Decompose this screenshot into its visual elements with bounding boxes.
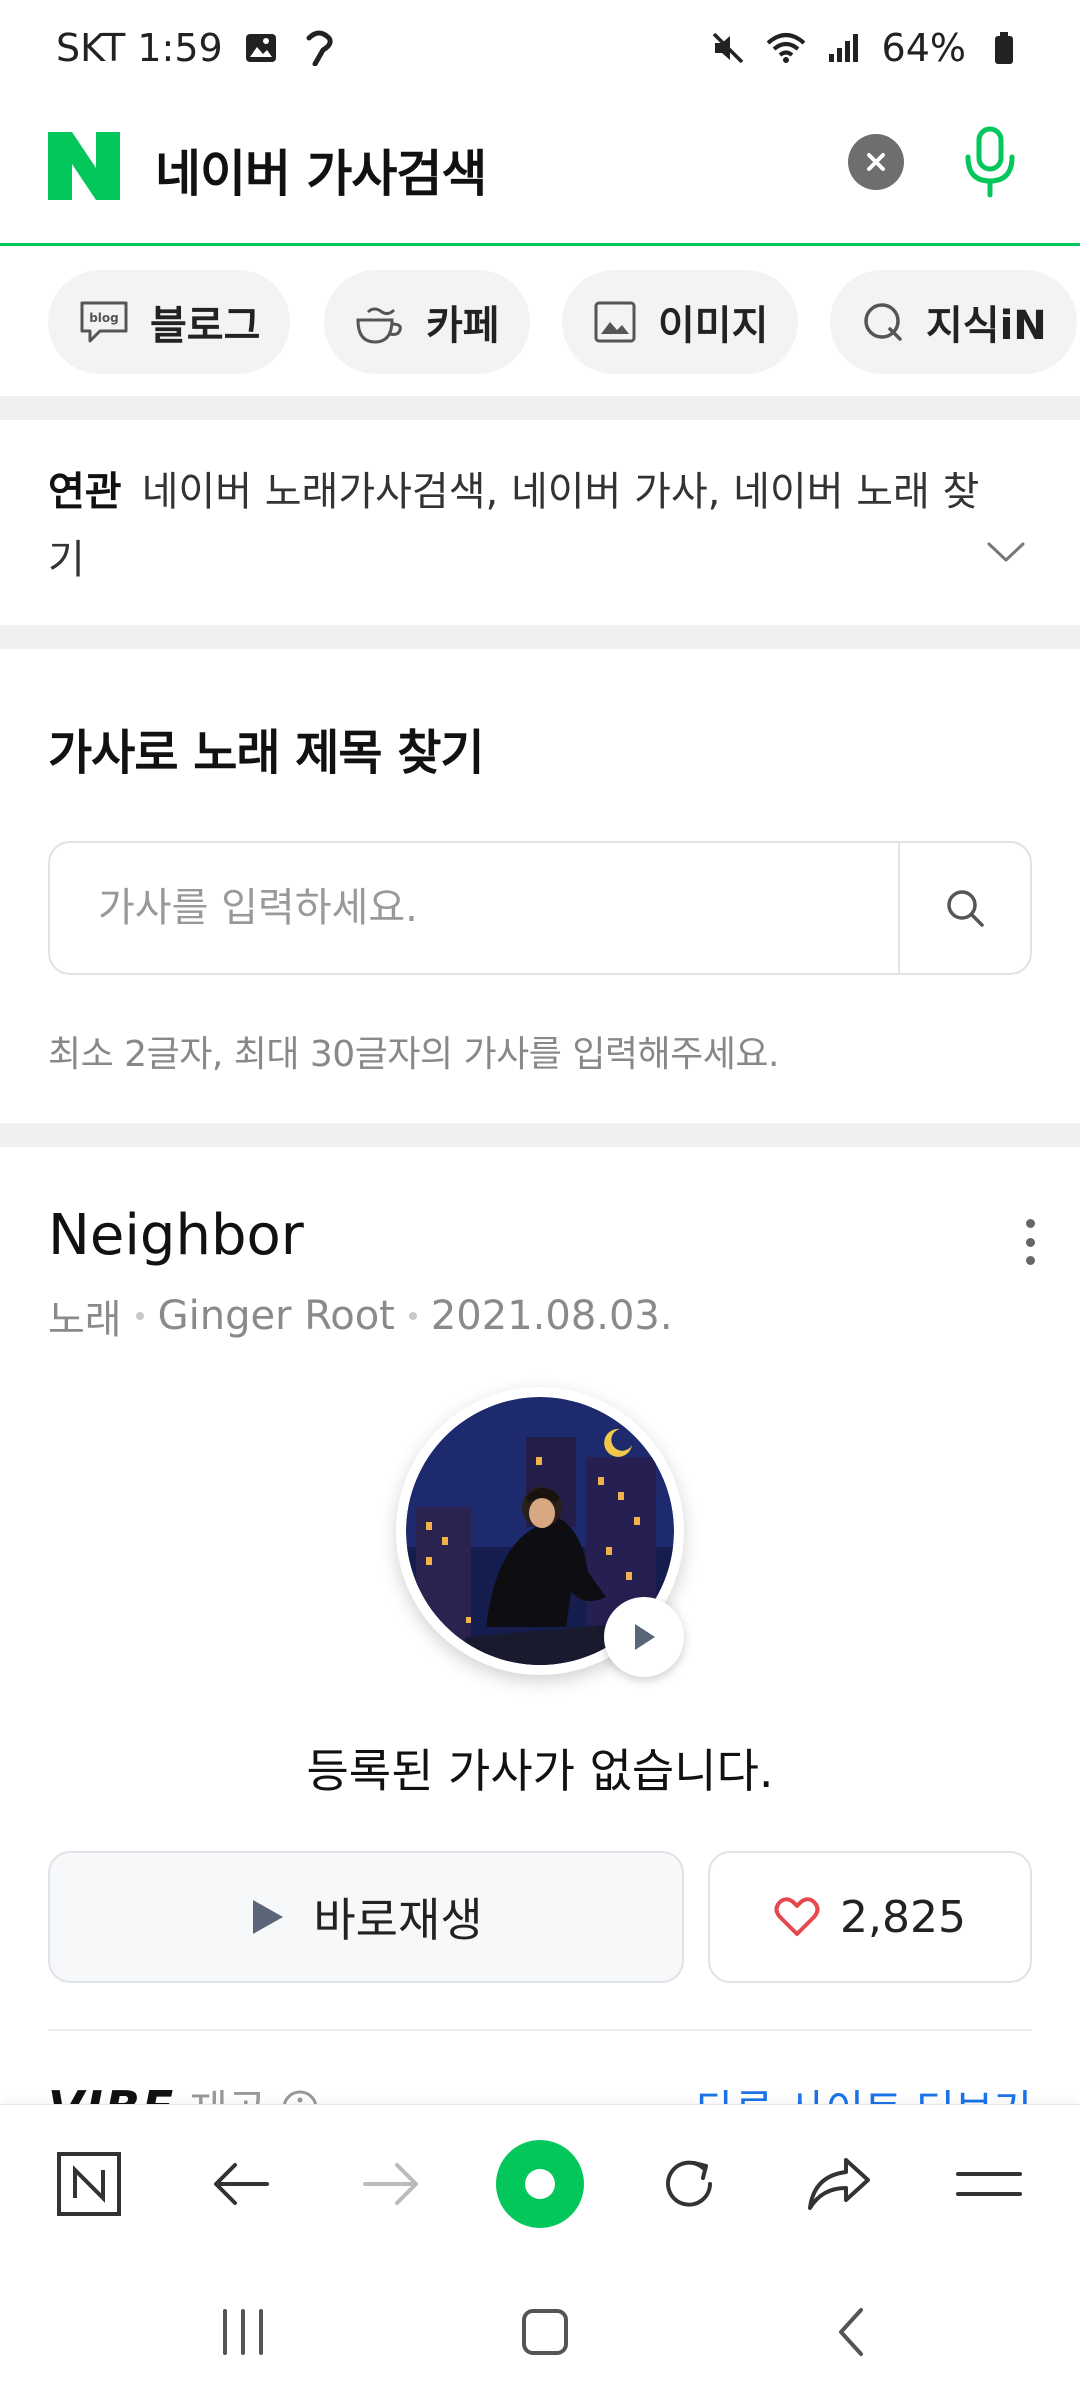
- svg-text:blog: blog: [89, 311, 119, 325]
- more-dot-icon: [1025, 1219, 1035, 1228]
- like-button[interactable]: 2,825: [708, 1851, 1032, 1983]
- lyrics-search-button[interactable]: [898, 843, 1030, 973]
- naver-home-button[interactable]: [44, 2139, 134, 2229]
- home-button[interactable]: [500, 2292, 590, 2372]
- related-label: 연관: [48, 469, 122, 515]
- status-bar: SKT 1:59 64%: [0, 0, 1080, 96]
- related-keywords[interactable]: 네이버 노래가사검색, 네이버 가사, 네이버 노래 찾기: [48, 469, 979, 583]
- battery-icon: [984, 28, 1024, 68]
- album-play-button[interactable]: [604, 1597, 684, 1677]
- more-dot-icon: [1025, 1256, 1035, 1265]
- no-lyrics-message: 등록된 가사가 없습니다.: [306, 1744, 774, 1798]
- separator-dot: [408, 1312, 417, 1320]
- green-dot-button[interactable]: [494, 2138, 586, 2230]
- chevron-left-icon: [839, 2308, 863, 2356]
- song-type: 노래: [48, 1297, 122, 1343]
- refresh-icon: [666, 2160, 712, 2207]
- related-text-block: 연관 네이버 노래가사검색, 네이버 가사, 네이버 노래 찾기: [48, 458, 1008, 594]
- green-dot-icon: [496, 2140, 584, 2228]
- system-navigation-bar: [0, 2262, 1080, 2400]
- mute-icon: [708, 28, 748, 68]
- status-right: 64%: [708, 26, 1024, 70]
- naver-logo-icon[interactable]: [48, 132, 120, 200]
- naver-n-icon: [57, 2152, 121, 2216]
- search-tabs: blog 블로그 카페 이미지 지식iN: [0, 246, 1080, 396]
- play-now-button[interactable]: 바로재생: [48, 1851, 684, 1983]
- tab-cafe-label: 카페: [426, 303, 500, 349]
- heart-icon: [774, 1897, 820, 1936]
- share-arrow-icon: [808, 2158, 870, 2210]
- search-icon: [947, 890, 984, 927]
- image-icon: [594, 301, 636, 343]
- carrier-time: SKT 1:59: [56, 26, 223, 70]
- section-separator: [0, 396, 1080, 420]
- lyrics-search-section: 가사로 노래 제목 찾기 최소 2글자, 최대 30글자의 가사를 입력해주세요…: [0, 649, 1080, 1123]
- like-count: 2,825: [840, 1891, 966, 1943]
- share-button[interactable]: [794, 2139, 884, 2229]
- system-back-button[interactable]: [806, 2292, 896, 2372]
- song-meta: 노래 Ginger Root 2021.08.03.: [48, 1287, 673, 1345]
- more-options-button[interactable]: [1010, 1207, 1050, 1277]
- tab-kin-label: 지식iN: [926, 303, 1047, 349]
- tab-cafe[interactable]: 카페: [324, 270, 530, 374]
- song-card: Neighbor 노래 Ginger Root 2021.08.03. 등록된 …: [0, 1147, 1080, 2135]
- arrow-right-icon: [363, 2163, 418, 2205]
- lyrics-hint: 최소 2글자, 최대 30글자의 가사를 입력해주세요.: [48, 1034, 779, 1075]
- related-searches[interactable]: 연관 네이버 노래가사검색, 네이버 가사, 네이버 노래 찾기: [0, 420, 1080, 625]
- lyrics-search-title: 가사로 노래 제목 찾기: [48, 725, 485, 781]
- refresh-button[interactable]: [644, 2139, 734, 2229]
- kin-q-icon: [864, 303, 902, 341]
- lyrics-search-box: [48, 841, 1032, 975]
- tab-kin[interactable]: 지식iN: [830, 270, 1077, 374]
- clear-search-button[interactable]: [848, 134, 904, 190]
- microphone-icon: [965, 126, 1015, 198]
- signal-icon: [824, 28, 864, 68]
- menu-button[interactable]: [944, 2139, 1034, 2229]
- home-square-icon: [522, 2309, 568, 2355]
- section-separator: [0, 1123, 1080, 1147]
- tab-blog-label: 블로그: [150, 303, 261, 349]
- play-icon: [253, 1900, 284, 1934]
- gallery-notification-icon: [241, 28, 281, 68]
- cafe-cup-icon: [356, 307, 402, 344]
- close-icon: [867, 153, 885, 171]
- tab-image-label: 이미지: [658, 303, 769, 349]
- search-query[interactable]: 네이버 가사검색: [155, 134, 487, 206]
- hamburger-menu-icon: [956, 2172, 1022, 2196]
- forward-button[interactable]: [346, 2139, 436, 2229]
- search-header: 네이버 가사검색: [0, 96, 1080, 246]
- divider: [48, 2029, 1032, 2031]
- status-left: SKT 1:59: [56, 26, 339, 70]
- recent-apps-icon: [223, 2309, 263, 2355]
- song-artist[interactable]: Ginger Root: [158, 1293, 395, 1339]
- play-now-label: 바로재생: [313, 1893, 483, 1947]
- section-separator: [0, 625, 1080, 649]
- song-title[interactable]: Neighbor: [48, 1203, 304, 1268]
- back-button[interactable]: [196, 2139, 286, 2229]
- arrow-left-icon: [214, 2163, 269, 2205]
- tab-image[interactable]: 이미지: [562, 270, 799, 374]
- chevron-down-icon: [987, 542, 1025, 562]
- more-dot-icon: [1025, 1237, 1035, 1247]
- lyrics-input[interactable]: [50, 843, 898, 973]
- browser-toolbar: [0, 2104, 1080, 2262]
- voice-search-button[interactable]: [950, 122, 1030, 202]
- tab-blog[interactable]: blog 블로그: [48, 270, 291, 374]
- assistant-notification-icon: [299, 28, 339, 68]
- recent-apps-button[interactable]: [198, 2292, 288, 2372]
- blog-icon: blog: [80, 301, 128, 343]
- separator-dot: [135, 1312, 144, 1320]
- wifi-icon: [766, 28, 806, 68]
- song-date: 2021.08.03.: [430, 1293, 673, 1339]
- expand-related-button[interactable]: [986, 540, 1026, 568]
- battery-percent: 64%: [881, 26, 966, 70]
- play-icon: [635, 1624, 655, 1650]
